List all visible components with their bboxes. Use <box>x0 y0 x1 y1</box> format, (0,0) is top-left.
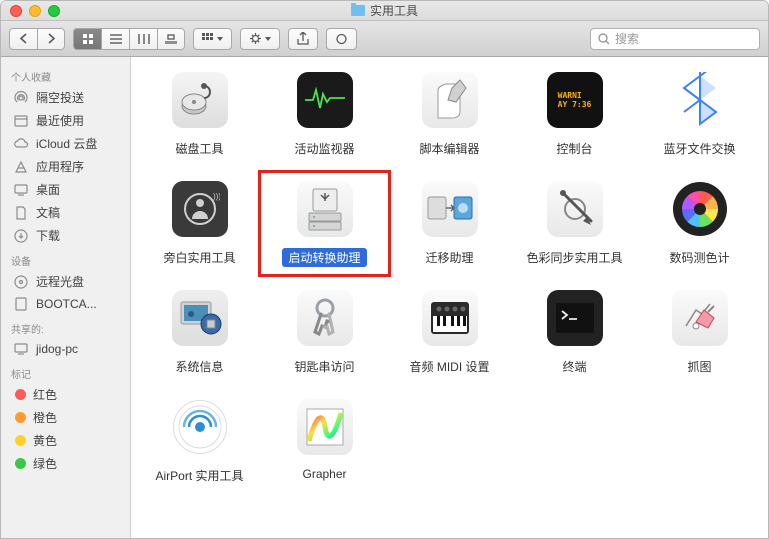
app-label: Grapher <box>296 466 352 482</box>
app-icon <box>417 176 483 242</box>
traffic-lights <box>10 5 60 17</box>
titlebar[interactable]: 实用工具 <box>1 1 768 21</box>
search-icon <box>598 33 610 45</box>
app-label: AirPort 实用工具 <box>149 466 249 485</box>
app-keychain-access[interactable]: 钥匙串访问 <box>264 285 385 376</box>
sidebar-tag-3[interactable]: 绿色 <box>1 452 130 475</box>
sidebar-item-recents[interactable]: 最近使用 <box>1 109 130 132</box>
app-label: 控制台 <box>550 139 598 158</box>
app-icon <box>542 285 608 351</box>
sidebar-item-desktop[interactable]: 桌面 <box>1 178 130 201</box>
app-disk-utility[interactable]: 磁盘工具 <box>139 67 260 158</box>
tags-button[interactable] <box>326 28 357 50</box>
app-label: 磁盘工具 <box>169 139 229 158</box>
app-voiceover-utility[interactable]: ))) 旁白实用工具 <box>139 176 260 267</box>
tag-dot-icon <box>15 389 26 400</box>
app-label: 系统信息 <box>169 357 229 376</box>
app-grapher[interactable]: Grapher <box>264 394 385 485</box>
coverflow-view-button[interactable] <box>157 28 185 50</box>
app-script-editor[interactable]: 脚本编辑器 <box>389 67 510 158</box>
window-title-text: 实用工具 <box>370 2 418 19</box>
sidebar-tag-2[interactable]: 黄色 <box>1 429 130 452</box>
app-label: 音频 MIDI 设置 <box>404 357 496 376</box>
app-colorsync-utility[interactable]: 色彩同步实用工具 <box>514 176 635 267</box>
sidebar-header-favorites: 个人收藏 <box>1 63 130 86</box>
app-label: 数码测色计 <box>663 248 735 267</box>
app-icon: WARNIAY 7:36 <box>542 67 608 133</box>
app-label: 蓝牙文件交换 <box>657 139 741 158</box>
sidebar-tag-0[interactable]: 红色 <box>1 383 130 406</box>
app-icon <box>292 285 358 351</box>
icon-grid-area[interactable]: 磁盘工具 活动监视器 脚本编辑器 WARNIAY 7:36 控制台 蓝牙文件交换))) 旁白… <box>131 57 768 538</box>
app-bluetooth-exchange[interactable]: 蓝牙文件交换 <box>639 67 760 158</box>
sidebar-header-shared: 共享的: <box>1 315 130 338</box>
tag-dot-icon <box>15 458 26 469</box>
list-view-button[interactable] <box>101 28 129 50</box>
column-view-button[interactable] <box>129 28 157 50</box>
tag-dot-icon <box>15 435 26 446</box>
app-label: 活动监视器 <box>288 139 360 158</box>
sidebar-item-applications[interactable]: 应用程序 <box>1 155 130 178</box>
app-icon <box>417 285 483 351</box>
app-label: 色彩同步实用工具 <box>520 248 628 267</box>
minimize-button[interactable] <box>29 5 41 17</box>
close-button[interactable] <box>10 5 22 17</box>
sidebar-item-shared-pc[interactable]: jidog-pc <box>1 338 130 360</box>
zoom-button[interactable] <box>48 5 60 17</box>
app-icon <box>667 285 733 351</box>
sidebar-item-airdrop[interactable]: 隔空投送 <box>1 86 130 109</box>
app-label: 抓图 <box>681 357 717 376</box>
app-label: 旁白实用工具 <box>157 248 241 267</box>
app-airport-utility[interactable]: AirPort 实用工具 <box>139 394 260 485</box>
app-label: 脚本编辑器 <box>413 139 485 158</box>
search-field[interactable]: 搜索 <box>590 28 760 50</box>
app-activity-monitor[interactable]: 活动监视器 <box>264 67 385 158</box>
icon-view-button[interactable] <box>73 28 101 50</box>
app-console[interactable]: WARNIAY 7:36 控制台 <box>514 67 635 158</box>
app-icon <box>292 176 358 242</box>
app-icon <box>542 176 608 242</box>
sidebar-tag-1[interactable]: 橙色 <box>1 406 130 429</box>
app-icon <box>667 176 733 242</box>
back-button[interactable] <box>9 28 37 50</box>
app-label: 终端 <box>556 357 592 376</box>
arrange-button[interactable] <box>193 28 232 50</box>
sidebar: 个人收藏 隔空投送 最近使用 iCloud 云盘 应用程序 桌面 文稿 下载 设… <box>1 57 131 538</box>
app-digital-color-meter[interactable]: 数码测色计 <box>639 176 760 267</box>
app-boot-camp[interactable]: 启动转换助理 <box>264 176 385 267</box>
app-icon <box>167 285 233 351</box>
sidebar-header-tags: 标记 <box>1 360 130 383</box>
svg-text:))): ))) <box>213 192 220 201</box>
app-terminal[interactable]: 终端 <box>514 285 635 376</box>
app-icon <box>292 394 358 460</box>
sidebar-item-bootcamp[interactable]: BOOTCA... <box>1 293 130 315</box>
app-audio-midi[interactable]: 音频 MIDI 设置 <box>389 285 510 376</box>
app-icon <box>167 394 233 460</box>
folder-icon <box>351 5 365 16</box>
app-icon <box>292 67 358 133</box>
app-icon <box>167 67 233 133</box>
app-migration-assistant[interactable]: 迁移助理 <box>389 176 510 267</box>
sidebar-item-documents[interactable]: 文稿 <box>1 201 130 224</box>
app-grab[interactable]: 抓图 <box>639 285 760 376</box>
window-title: 实用工具 <box>1 2 768 19</box>
toolbar: 搜索 <box>1 21 768 57</box>
tag-dot-icon <box>15 412 26 423</box>
finder-window: 实用工具 搜索 个人收藏 隔空投送 最近使用 iCloud 云盘 应用程 <box>0 0 769 539</box>
app-icon: ))) <box>167 176 233 242</box>
forward-button[interactable] <box>37 28 65 50</box>
app-icon <box>667 67 733 133</box>
sidebar-item-remote-disc[interactable]: 远程光盘 <box>1 270 130 293</box>
app-label: 迁移助理 <box>419 248 479 267</box>
sidebar-header-devices: 设备 <box>1 247 130 270</box>
app-icon <box>417 67 483 133</box>
search-placeholder: 搜索 <box>615 30 639 47</box>
app-label: 启动转换助理 <box>282 248 366 267</box>
action-button[interactable] <box>240 28 280 50</box>
sidebar-item-downloads[interactable]: 下载 <box>1 224 130 247</box>
sidebar-item-icloud[interactable]: iCloud 云盘 <box>1 132 130 155</box>
share-button[interactable] <box>288 28 318 50</box>
app-label: 钥匙串访问 <box>288 357 360 376</box>
app-system-info[interactable]: 系统信息 <box>139 285 260 376</box>
